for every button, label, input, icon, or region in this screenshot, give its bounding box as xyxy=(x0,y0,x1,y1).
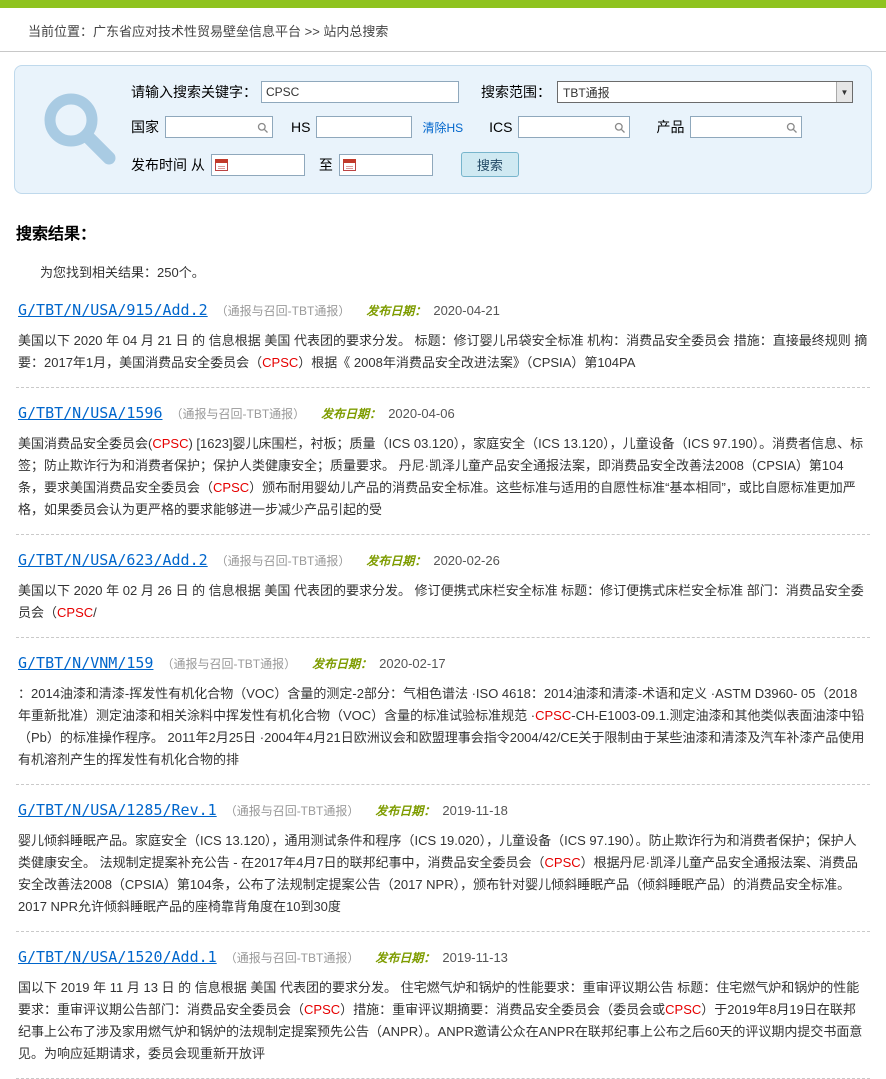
result-item: G/TBT/N/USA/1520/Add.1 （通报与召回-TBT通报） 发布日… xyxy=(16,932,870,1079)
result-date: 2020-02-26 xyxy=(433,553,500,568)
result-category: （通报与召回-TBT通报） xyxy=(216,552,351,569)
magnifier-illustration-icon xyxy=(29,80,131,177)
results-summary: 为您找到相关结果：250个。 xyxy=(40,262,870,281)
to-label: 至 xyxy=(319,155,333,175)
search-panel: 请输入搜索关键字： 搜索范围： TBT通报 ▼ 国家 HS 清除HS ICS xyxy=(14,65,872,194)
result-date-label: 发布日期： xyxy=(366,302,426,319)
result-item: G/TBT/N/USA/1285/Rev.1 （通报与召回-TBT通报） 发布日… xyxy=(16,785,870,932)
result-date-label: 发布日期： xyxy=(366,552,426,569)
result-title-link[interactable]: G/TBT/N/USA/1596 xyxy=(18,404,163,422)
result-title-link[interactable]: G/TBT/N/USA/915/Add.2 xyxy=(18,301,208,319)
product-label: 产品 xyxy=(656,117,684,137)
publish-time-label: 发布时间 从 xyxy=(131,155,205,175)
calendar-icon[interactable] xyxy=(215,159,228,171)
result-date-label: 发布日期： xyxy=(375,949,435,966)
result-body: 婴儿倾斜睡眠产品。家庭安全（ICS 13.120），通用测试条件和程序（ICS … xyxy=(18,830,868,918)
ics-search-icon[interactable] xyxy=(614,121,626,139)
result-item: G/TBT/N/USA/1596 （通报与召回-TBT通报） 发布日期： 202… xyxy=(16,388,870,535)
scope-select[interactable]: TBT通报 ▼ xyxy=(557,81,853,103)
result-item: G/TBT/N/VNM/159 （通报与召回-TBT通报） 发布日期： 2020… xyxy=(16,638,870,785)
result-date: 2020-02-17 xyxy=(379,656,446,671)
results-list: G/TBT/N/USA/915/Add.2 （通报与召回-TBT通报） 发布日期… xyxy=(16,285,870,1079)
keyword-input[interactable] xyxy=(261,81,459,103)
hs-label: HS xyxy=(291,119,310,135)
calendar-icon[interactable] xyxy=(343,159,356,171)
result-date: 2020-04-21 xyxy=(433,303,500,318)
scope-label: 搜索范围： xyxy=(481,82,551,102)
result-body: 美国以下 2020 年 02 月 26 日 的 信息根据 美国 代表团的要求分发… xyxy=(18,580,868,624)
result-title-link[interactable]: G/TBT/N/USA/1520/Add.1 xyxy=(18,948,217,966)
result-title-row: G/TBT/N/USA/1520/Add.1 （通报与召回-TBT通报） 发布日… xyxy=(18,948,868,966)
result-date: 2020-04-06 xyxy=(388,406,455,421)
result-title-row: G/TBT/N/USA/623/Add.2 （通报与召回-TBT通报） 发布日期… xyxy=(18,551,868,569)
result-category: （通报与召回-TBT通报） xyxy=(171,405,306,422)
result-date: 2019-11-18 xyxy=(442,803,508,818)
results-heading: 搜索结果： xyxy=(16,220,870,244)
result-title-row: G/TBT/N/VNM/159 （通报与召回-TBT通报） 发布日期： 2020… xyxy=(18,654,868,672)
result-title-link[interactable]: G/TBT/N/USA/1285/Rev.1 xyxy=(18,801,217,819)
result-body: ：2014油漆和清漆-挥发性有机化合物（VOC）含量的测定-2部分：气相色谱法 … xyxy=(18,683,868,771)
result-item: G/TBT/N/USA/623/Add.2 （通报与召回-TBT通报） 发布日期… xyxy=(16,535,870,638)
scope-selected-value: TBT通报 xyxy=(563,84,610,101)
clear-hs-link[interactable]: 清除HS xyxy=(422,119,463,136)
hs-input[interactable] xyxy=(316,116,412,138)
top-accent-bar xyxy=(0,0,886,8)
result-category: （通报与召回-TBT通报） xyxy=(225,802,360,819)
result-date-label: 发布日期： xyxy=(312,655,372,672)
keyword-label: 请输入搜索关键字： xyxy=(131,82,257,102)
result-body: 国以下 2019 年 11 月 13 日 的 信息根据 美国 代表团的要求分发。… xyxy=(18,977,868,1065)
result-body: 美国以下 2020 年 04 月 21 日 的 信息根据 美国 代表团的要求分发… xyxy=(18,330,868,374)
results-section: 搜索结果： 为您找到相关结果：250个。 G/TBT/N/USA/915/Add… xyxy=(0,220,886,1079)
result-item: G/TBT/N/USA/915/Add.2 （通报与召回-TBT通报） 发布日期… xyxy=(16,285,870,388)
result-title-row: G/TBT/N/USA/1285/Rev.1 （通报与召回-TBT通报） 发布日… xyxy=(18,801,868,819)
result-category: （通报与召回-TBT通报） xyxy=(216,302,351,319)
result-title-link[interactable]: G/TBT/N/USA/623/Add.2 xyxy=(18,551,208,569)
search-form: 请输入搜索关键字： 搜索范围： TBT通报 ▼ 国家 HS 清除HS ICS xyxy=(131,80,853,177)
breadcrumb: 当前位置：广东省应对技术性贸易壁垒信息平台 >> 站内总搜索 xyxy=(0,8,886,52)
search-button[interactable]: 搜索 xyxy=(461,152,519,177)
result-title-link[interactable]: G/TBT/N/VNM/159 xyxy=(18,654,153,672)
result-body: 美国消费品安全委员会(CPSC) [1623]婴儿床围栏，衬板；质量（ICS 0… xyxy=(18,433,868,521)
result-category: （通报与召回-TBT通报） xyxy=(161,655,296,672)
result-date: 2019-11-13 xyxy=(442,950,508,965)
result-date-label: 发布日期： xyxy=(321,405,381,422)
result-category: （通报与召回-TBT通报） xyxy=(225,949,360,966)
product-search-icon[interactable] xyxy=(786,121,798,139)
result-date-label: 发布日期： xyxy=(375,802,435,819)
result-title-row: G/TBT/N/USA/915/Add.2 （通报与召回-TBT通报） 发布日期… xyxy=(18,301,868,319)
country-search-icon[interactable] xyxy=(257,121,269,139)
ics-label: ICS xyxy=(489,119,512,135)
chevron-down-icon: ▼ xyxy=(836,82,852,102)
result-title-row: G/TBT/N/USA/1596 （通报与召回-TBT通报） 发布日期： 202… xyxy=(18,404,868,422)
country-label: 国家 xyxy=(131,117,159,137)
